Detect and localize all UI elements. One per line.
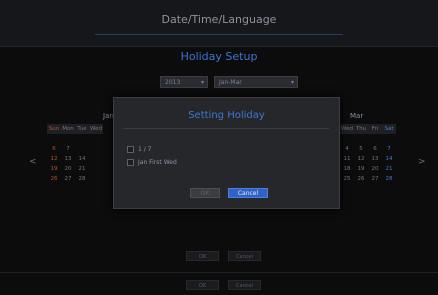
date-cell[interactable]: 20: [368, 164, 382, 174]
divider: [0, 272, 438, 273]
date-cell[interactable]: 21: [75, 164, 89, 174]
dialog-divider: [124, 128, 329, 129]
date-cell[interactable]: 7: [61, 144, 75, 154]
option-date[interactable]: 1 / 7: [127, 144, 151, 154]
weekday-label: Mon: [61, 124, 75, 134]
date-cell[interactable]: [354, 134, 368, 144]
date-cell[interactable]: 20: [61, 164, 75, 174]
chevron-down-icon: ▾: [290, 79, 294, 86]
date-cell[interactable]: [61, 134, 75, 144]
footer-ok-button-2[interactable]: OK: [186, 280, 219, 290]
prev-month-arrow[interactable]: <: [29, 157, 37, 167]
date-cell[interactable]: 27: [368, 174, 382, 184]
date-cell[interactable]: [89, 164, 103, 174]
weekday-label: Thu: [354, 124, 368, 134]
weekday-label: Tue: [75, 124, 89, 134]
date-cell[interactable]: 7: [382, 144, 396, 154]
weekday-label: Wed: [89, 124, 103, 134]
footer-cancel-button-2[interactable]: Cancel: [228, 280, 261, 290]
date-cell[interactable]: [89, 134, 103, 144]
date-cell[interactable]: 14: [382, 154, 396, 164]
date-cell[interactable]: 19: [354, 164, 368, 174]
chevron-down-icon: ▾: [200, 79, 204, 86]
date-cell[interactable]: [75, 134, 89, 144]
date-cell[interactable]: 27: [61, 174, 75, 184]
date-cell[interactable]: 28: [382, 174, 396, 184]
date-cell[interactable]: 28: [75, 174, 89, 184]
dialog-cancel-button[interactable]: Cancel: [228, 188, 268, 198]
month-range-value: Jan-Mar: [219, 79, 242, 86]
weekday-label: Wed: [340, 124, 354, 134]
month-range-select[interactable]: Jan-Mar ▾: [214, 76, 298, 88]
next-month-arrow[interactable]: >: [418, 157, 426, 167]
weekday-label: Fri: [368, 124, 382, 134]
date-cell[interactable]: [89, 174, 103, 184]
date-cell[interactable]: 21: [382, 164, 396, 174]
date-cell[interactable]: [89, 154, 103, 164]
holiday-setup-title: Holiday Setup: [180, 50, 258, 63]
date-cell[interactable]: [47, 134, 61, 144]
option-weekday[interactable]: Jan First Wed: [127, 157, 177, 167]
page-title: Date/Time/Language: [161, 13, 277, 26]
date-cell[interactable]: [382, 134, 396, 144]
date-cell[interactable]: 14: [75, 154, 89, 164]
option-weekday-label: Jan First Wed: [138, 158, 177, 166]
date-cell[interactable]: 4: [340, 144, 354, 154]
year-select[interactable]: 2013 ▾: [160, 76, 208, 88]
weekday-label: Sat: [382, 124, 396, 134]
footer-cancel-button[interactable]: Cancel: [228, 251, 261, 261]
date-cell[interactable]: 5: [354, 144, 368, 154]
date-cell[interactable]: 13: [368, 154, 382, 164]
date-cell[interactable]: 19: [47, 164, 61, 174]
date-cell[interactable]: 25: [340, 174, 354, 184]
date-cell[interactable]: 26: [47, 174, 61, 184]
date-cell[interactable]: 13: [61, 154, 75, 164]
checkbox[interactable]: [127, 145, 134, 153]
date-cell[interactable]: 11: [340, 154, 354, 164]
year-value: 2013: [165, 79, 181, 86]
setting-holiday-dialog: Setting Holiday 1 / 7 Jan First Wed OK C…: [113, 97, 340, 209]
date-cell[interactable]: [75, 144, 89, 154]
checkbox[interactable]: [127, 158, 134, 166]
header-bar: Date/Time/Language: [0, 0, 438, 47]
date-cell[interactable]: [89, 144, 103, 154]
option-date-label: 1 / 7: [138, 145, 152, 153]
date-cell[interactable]: [340, 134, 354, 144]
right-month-label: Mar: [350, 112, 364, 120]
date-cell[interactable]: 6: [47, 144, 61, 154]
right-calendar: Wed Thu Fri Sat 4 5 6 7 11 12 13 14 18 1…: [340, 124, 396, 184]
dialog-ok-button[interactable]: OK: [190, 188, 220, 198]
weekday-label: Sun: [47, 124, 61, 134]
date-cell[interactable]: 18: [340, 164, 354, 174]
date-cell[interactable]: [368, 134, 382, 144]
date-cell[interactable]: 6: [368, 144, 382, 154]
header-divider: [95, 34, 343, 35]
dialog-title: Setting Holiday: [188, 110, 265, 121]
footer-ok-button[interactable]: OK: [186, 251, 219, 261]
date-cell[interactable]: 12: [354, 154, 368, 164]
date-cell[interactable]: 26: [354, 174, 368, 184]
left-calendar: Sun Mon Tue Wed 6 7 12 13 14 19 20 21 26…: [47, 124, 103, 184]
date-cell[interactable]: 12: [47, 154, 61, 164]
